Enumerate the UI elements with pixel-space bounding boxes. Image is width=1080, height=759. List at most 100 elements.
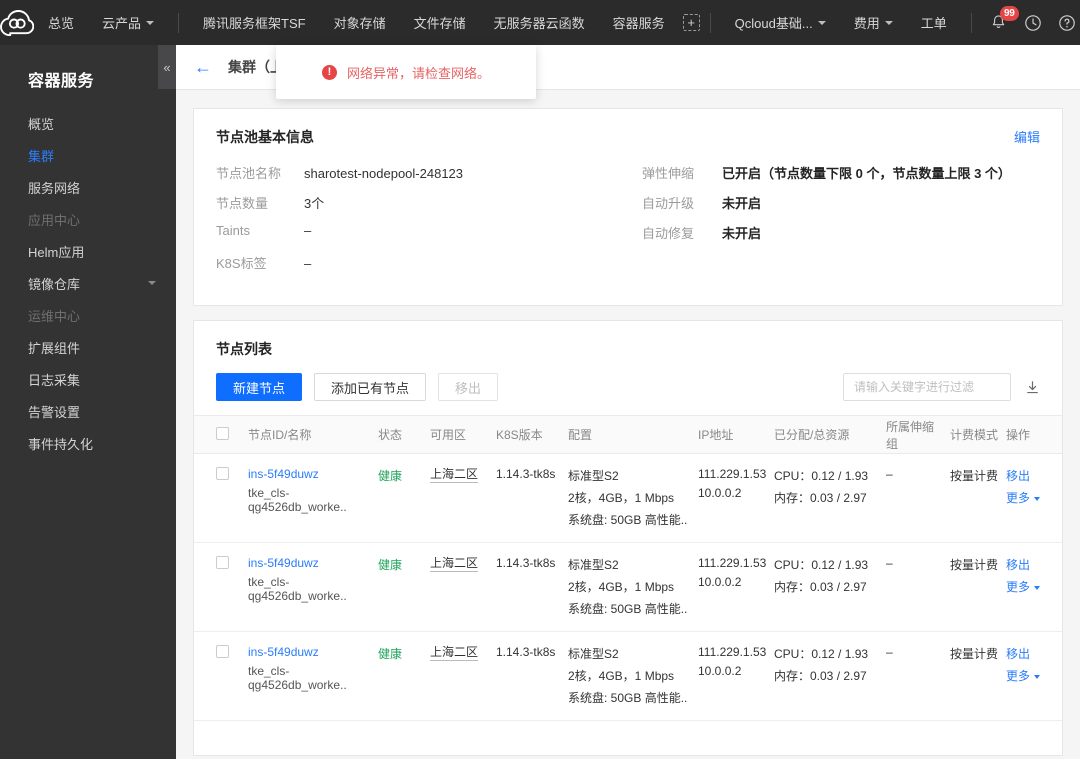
- node-id-link[interactable]: ins-5f49duwz: [248, 645, 370, 659]
- nav-item-account[interactable]: Qcloud基础...: [721, 0, 840, 45]
- download-button[interactable]: [1025, 380, 1040, 395]
- select-all-cell: [194, 415, 244, 454]
- create-node-button[interactable]: 新建节点: [216, 373, 303, 401]
- node-list-card: 节点列表 新建节点 添加已有节点 移出 请输入关键字进行过滤 节点ID/名称 状…: [193, 320, 1063, 756]
- nav-item-file-storage[interactable]: 文件存储: [400, 0, 480, 45]
- config-line: 2核，4GB，1 Mbps: [568, 491, 675, 505]
- sidebar-item-label: 应用中心: [28, 212, 81, 228]
- clock-icon: [1024, 14, 1041, 31]
- chevron-down-icon: [817, 20, 826, 25]
- tencent-cloud-logo[interactable]: [0, 9, 34, 36]
- row-more-button[interactable]: 更多: [1006, 489, 1058, 506]
- node-id-link[interactable]: ins-5f49duwz: [248, 556, 370, 570]
- sidebar-item-service-network[interactable]: 服务网络: [0, 171, 176, 203]
- cell-operations: 移出 更多: [1002, 542, 1062, 632]
- chevron-down-icon: [146, 20, 155, 25]
- node-id-link[interactable]: ins-5f49duwz: [248, 467, 370, 481]
- sidebar-item-label: 扩展组件: [28, 340, 81, 356]
- search-input[interactable]: [854, 380, 1009, 394]
- resource-line: CPU：0.12 / 1.93: [774, 558, 869, 572]
- nav-item-tsf[interactable]: 腾讯服务框架TSF: [189, 0, 320, 45]
- sidebar-item-overview[interactable]: 概览: [0, 107, 176, 139]
- add-existing-node-button[interactable]: 添加已有节点: [314, 373, 427, 401]
- config-line: 2核，4GB，1 Mbps: [568, 580, 675, 594]
- nav-item-tickets[interactable]: 工单: [907, 0, 961, 45]
- ip-line: 10.0.0.2: [698, 664, 742, 678]
- history-button[interactable]: [1016, 0, 1050, 45]
- cell-status: 健康: [374, 631, 426, 721]
- column-zone: 可用区: [426, 415, 492, 454]
- resource-line: 内存：0.03 / 2.97: [774, 580, 867, 594]
- row-more-button[interactable]: 更多: [1006, 578, 1058, 595]
- sidebar-item-event-persistence[interactable]: 事件持久化: [0, 427, 176, 459]
- chevron-down-icon: [1034, 674, 1041, 679]
- cell-status: 健康: [374, 453, 426, 543]
- nav-item-cloud-products-label: 云产品: [102, 16, 142, 31]
- notifications-button[interactable]: 99: [982, 0, 1019, 45]
- row-checkbox[interactable]: [216, 556, 229, 569]
- sidebar-collapse-button[interactable]: «: [158, 45, 176, 89]
- error-toast-message: 网络异常，请检查网络。: [346, 65, 490, 81]
- config-line: 2核，4GB，1 Mbps: [568, 669, 675, 683]
- content-area: 编辑 节点池基本信息 节点池名称 sharotest-nodepool-2481…: [176, 90, 1080, 756]
- row-remove-link[interactable]: 移出: [1006, 645, 1058, 662]
- cell-operations: 移出 更多: [1002, 631, 1062, 721]
- nav-item-object-storage[interactable]: 对象存储: [320, 0, 400, 45]
- sidebar-item-alarm-settings[interactable]: 告警设置: [0, 395, 176, 427]
- cell-resources: CPU：0.12 / 1.93 内存：0.03 / 2.97: [770, 631, 882, 721]
- sidebar-item-log-collection[interactable]: 日志采集: [0, 363, 176, 395]
- sidebar-item-extensions[interactable]: 扩展组件: [0, 331, 176, 363]
- cell-node-id-name: ins-5f49duwz tke_cls-qg4526db_worke..: [244, 453, 374, 543]
- table-footer-spacer: [194, 721, 1062, 755]
- row-checkbox[interactable]: [216, 645, 229, 658]
- cell-node-id-name: ins-5f49duwz tke_cls-qg4526db_worke..: [244, 542, 374, 632]
- add-product-tab-icon[interactable]: +: [682, 14, 700, 31]
- help-button[interactable]: [1050, 0, 1080, 45]
- header-right-group: Qcloud基础... 费用 工单 99: [700, 0, 1080, 45]
- info-value: 未开启: [722, 226, 762, 241]
- config-line: 标准型S2: [568, 469, 619, 483]
- cell-status: 健康: [374, 542, 426, 632]
- zone-label[interactable]: 上海二区: [430, 556, 479, 572]
- row-more-button[interactable]: 更多: [1006, 667, 1058, 684]
- back-button[interactable]: ←: [194, 58, 212, 76]
- zone-label[interactable]: 上海二区: [430, 467, 479, 483]
- row-remove-link[interactable]: 移出: [1006, 467, 1058, 484]
- header-divider-products: [178, 12, 180, 33]
- row-more-label: 更多: [1006, 669, 1031, 683]
- config-line: 系统盘: 50GB 高性能..: [568, 602, 688, 616]
- cell-zone: 上海二区: [426, 542, 492, 632]
- sidebar-item-ops-center[interactable]: 运维中心: [0, 299, 176, 331]
- header-divider-account: [709, 12, 711, 33]
- resource-line: 内存：0.03 / 2.97: [774, 491, 867, 505]
- table-header-row: 节点ID/名称 状态 可用区 K8S版本 配置 IP地址 已分配/总资源 所属伸…: [194, 415, 1062, 454]
- sidebar-item-label: 概览: [28, 116, 55, 132]
- node-table-header: 节点ID/名称 状态 可用区 K8S版本 配置 IP地址 已分配/总资源 所属伸…: [194, 415, 1062, 454]
- sidebar-item-cluster[interactable]: 集群: [0, 139, 176, 171]
- nav-item-account-label: Qcloud基础...: [734, 16, 813, 31]
- nav-item-container-service[interactable]: 容器服务: [599, 0, 679, 45]
- nav-item-overview[interactable]: 总览: [34, 0, 88, 45]
- sidebar-item-image-registry[interactable]: 镜像仓库: [0, 267, 176, 299]
- select-all-checkbox[interactable]: [216, 426, 229, 440]
- cell-ip: 111.229.1.53 10.0.0.2: [694, 453, 770, 543]
- nav-item-cloud-products[interactable]: 云产品: [88, 0, 168, 45]
- nav-item-serverless-function[interactable]: 无服务器云函数: [480, 0, 599, 45]
- row-checkbox[interactable]: [216, 467, 229, 480]
- chevron-down-icon: [1034, 496, 1041, 501]
- nav-item-billing[interactable]: 费用: [840, 0, 907, 45]
- sidebar-item-helm-apps[interactable]: Helm应用: [0, 235, 176, 267]
- search-box[interactable]: [843, 373, 1011, 401]
- cell-config: 标准型S2 2核，4GB，1 Mbps 系统盘: 50GB 高性能..: [564, 542, 694, 632]
- info-value: –: [304, 223, 312, 238]
- row-more-label: 更多: [1006, 491, 1031, 505]
- info-row-auto-upgrade: 自动升级 未开启: [642, 193, 1040, 223]
- zone-label[interactable]: 上海二区: [430, 645, 479, 661]
- config-line: 系统盘: 50GB 高性能..: [568, 513, 688, 527]
- nav-item-tickets-label: 工单: [920, 16, 947, 31]
- cell-k8s-version: 1.14.3-tk8s: [492, 631, 564, 721]
- node-list-title: 节点列表: [216, 341, 272, 357]
- sidebar-item-application-center[interactable]: 应用中心: [0, 203, 176, 235]
- row-remove-link[interactable]: 移出: [1006, 556, 1058, 573]
- edit-button[interactable]: 编辑: [1014, 127, 1040, 146]
